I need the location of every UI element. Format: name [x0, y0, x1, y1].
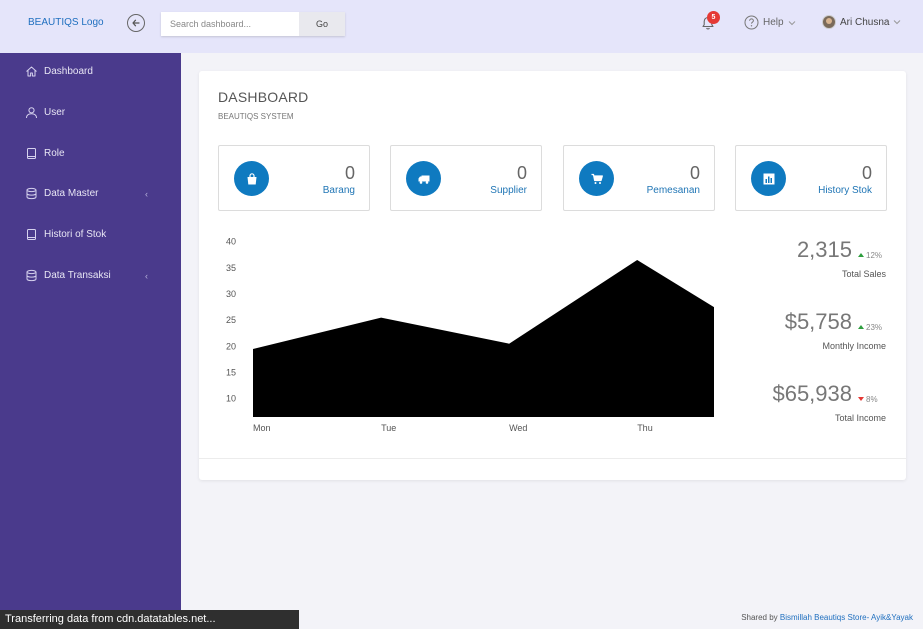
kpi-change: 23% — [858, 323, 886, 332]
user-icon — [24, 105, 38, 119]
sidebar-item-role[interactable]: Role — [0, 135, 181, 171]
page-title: DASHBOARD — [218, 89, 309, 105]
y-tick-label: 25 — [226, 315, 236, 325]
chart-area-series — [253, 260, 714, 417]
footer: Shared by Bismillah Beautiqs Store- Ayik… — [741, 613, 913, 622]
kpi-label: Monthly Income — [822, 341, 886, 351]
shopping-bag-icon — [234, 161, 269, 196]
card-footer-divider — [199, 458, 906, 459]
kpi-label: Total Sales — [841, 269, 886, 279]
stat-value: 0 — [344, 163, 355, 183]
dashboard-card: DASHBOARD BEAUTIQS SYSTEM 0 Barang 0 Sup… — [199, 71, 906, 480]
sidebar-item-label: User — [44, 106, 66, 118]
search-input[interactable] — [161, 12, 299, 36]
footer-prefix: Shared by — [741, 613, 778, 622]
kpi-total-sales: 2,315 12% Total Sales — [797, 237, 886, 279]
y-tick-label: 40 — [226, 237, 236, 247]
top-bar: BEAUTIQS Logo Go 5 Help Ari Chusna — [0, 0, 923, 53]
question-circle-icon — [744, 15, 759, 30]
kpi-change: 8% — [858, 395, 886, 404]
arrow-up-icon — [858, 253, 864, 257]
sidebar-item-label: Histori of Stok — [44, 228, 107, 240]
stat-label: History Stok — [818, 185, 872, 196]
kpi-total-income: $65,938 8% Total Income — [772, 381, 886, 423]
back-button[interactable] — [127, 14, 145, 32]
search-form: Go — [161, 12, 345, 36]
sidebar-item-data-transaksi[interactable]: Data Transaksi ‹ — [0, 257, 181, 293]
stat-label: Supplier — [490, 185, 527, 196]
x-tick-label: Mon — [253, 423, 271, 433]
footer-link[interactable]: Bismillah Beautiqs Store- Ayik&Yayak — [780, 613, 913, 622]
truck-icon — [406, 161, 441, 196]
chevron-down-icon — [894, 20, 901, 25]
sidebar-item-histori-of-stok[interactable]: Histori of Stok — [0, 216, 181, 252]
stat-box-barang[interactable]: 0 Barang — [218, 145, 370, 211]
book-icon — [24, 146, 38, 160]
sales-area-chart: 10 15 20 25 30 35 40 Mon Tue Wed Thu — [226, 237, 714, 433]
user-name: Ari Chusna — [840, 16, 890, 28]
chevron-left-icon: ‹ — [145, 189, 148, 199]
stat-box-history-stok[interactable]: 0 History Stok — [735, 145, 887, 211]
home-icon — [24, 64, 38, 78]
chevron-down-icon — [788, 20, 795, 25]
stat-label: Pemesanan — [646, 185, 700, 196]
chevron-left-icon: ‹ — [145, 271, 148, 281]
kpi-change-value: 12% — [866, 250, 883, 260]
stat-value: 0 — [516, 163, 527, 183]
browser-status-bar: Transferring data from cdn.datatables.ne… — [0, 610, 299, 629]
stat-label: Barang — [322, 185, 355, 196]
kpi-change: 12% — [858, 251, 886, 260]
x-tick-label: Thu — [637, 423, 653, 433]
arrow-down-icon — [858, 397, 864, 401]
stat-value: 0 — [689, 163, 700, 183]
user-menu[interactable]: Ari Chusna — [822, 15, 901, 29]
y-tick-label: 20 — [226, 341, 236, 351]
y-tick-label: 30 — [226, 289, 236, 299]
notification-badge: 5 — [707, 11, 720, 24]
sidebar-item-label: Dashboard — [44, 65, 93, 77]
cart-icon — [579, 161, 614, 196]
x-tick-label: Wed — [509, 423, 527, 433]
y-tick-label: 10 — [226, 394, 236, 404]
kpi-change-value: 23% — [866, 322, 883, 332]
arrow-left-icon — [132, 19, 140, 27]
book-icon — [24, 227, 38, 241]
x-tick-label: Tue — [381, 423, 396, 433]
stat-box-pemesanan[interactable]: 0 Pemesanan — [563, 145, 715, 211]
database-icon — [24, 186, 38, 200]
kpi-value: $65,938 — [772, 381, 852, 406]
help-label: Help — [763, 17, 784, 28]
sidebar-item-label: Data Transaksi — [44, 269, 111, 281]
sidebar-item-label: Data Master — [44, 187, 99, 199]
y-tick-label: 15 — [226, 368, 236, 378]
kpi-monthly-income: $5,758 23% Monthly Income — [785, 309, 886, 351]
stat-value: 0 — [861, 163, 872, 183]
bar-chart-icon — [751, 161, 786, 196]
sidebar-item-dashboard[interactable]: Dashboard — [0, 53, 181, 89]
app-logo[interactable]: BEAUTIQS Logo — [28, 17, 104, 28]
kpi-value: $5,758 — [784, 309, 852, 334]
stat-box-supplier[interactable]: 0 Supplier — [390, 145, 542, 211]
avatar — [822, 15, 836, 29]
sidebar-item-user[interactable]: User — [0, 94, 181, 130]
database-icon — [24, 268, 38, 282]
help-menu[interactable]: Help — [744, 15, 796, 30]
search-go-button[interactable]: Go — [299, 12, 345, 36]
kpi-value: 2,315 — [796, 237, 852, 262]
sidebar: Dashboard User Role Data Master ‹ Histor… — [0, 53, 181, 629]
sidebar-item-data-master[interactable]: Data Master ‹ — [0, 175, 181, 211]
arrow-up-icon — [858, 325, 864, 329]
sidebar-item-label: Role — [44, 147, 65, 159]
page-subtitle: BEAUTIQS SYSTEM — [218, 112, 294, 121]
y-tick-label: 35 — [226, 263, 236, 273]
kpi-change-value: 8% — [866, 394, 878, 404]
kpi-label: Total Income — [834, 413, 886, 423]
